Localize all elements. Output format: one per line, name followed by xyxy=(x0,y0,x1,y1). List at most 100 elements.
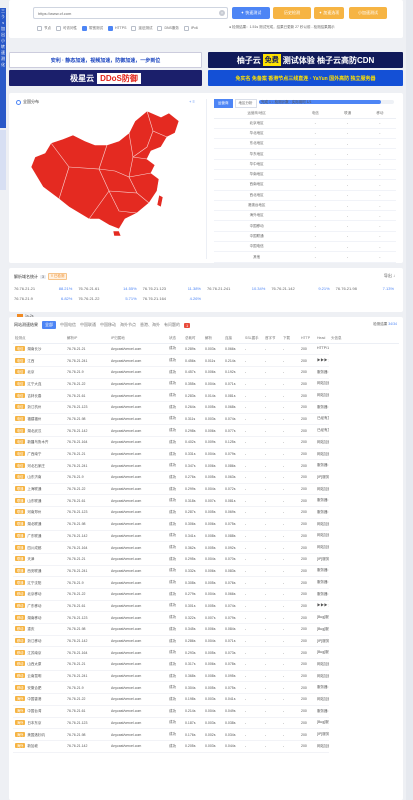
result-cell-hd[interactable]: 服务器: vercel 加速状态: 广 xyxy=(315,681,329,695)
result-cell-hd[interactable]: 服务器: vercel 加速状态: CDN(?) xyxy=(315,401,329,414)
result-row[interactable]: 电信 河北石家庄 76.76.21.241 Anycast/vercel.com 成功 0… xyxy=(13,459,399,473)
ad-banner-youziyun[interactable]: 柚子云 免费 测试体验 柚子云高防CDN xyxy=(208,52,403,68)
result-cell-hd[interactable]: 服务器: vercel 加速状态: 广 xyxy=(315,459,329,473)
filter-tab-1[interactable]: 中国电信 xyxy=(60,322,76,328)
option-5[interactable]: DNS服务 xyxy=(157,25,179,31)
filter-tab-6[interactable]: 有问题的 xyxy=(164,322,180,328)
result-row[interactable]: 联通 河南郑州 76.76.21.123 Anycast/vercel.com 成功 0.… xyxy=(13,506,399,519)
result-cell-hd[interactable]: 网站加速(查看) xyxy=(315,530,329,543)
result-row[interactable]: 电信 山东济南 76.76.21.9 Anycast/vercel.com 成功 0.27… xyxy=(13,471,399,484)
result-row[interactable]: 海外 新加坡 76.76.21.142 Anycast/vercel.com 成功 0.2… xyxy=(13,740,399,753)
option-3[interactable]: HTTPS xyxy=(108,25,126,31)
result-row[interactable]: 移动 湖南移动 76.76.21.123 Anycast/vercel.com 成功 0.… xyxy=(13,611,399,624)
result-cell-hd[interactable]: 已经有加速状态: 加速(1 ?) xyxy=(315,413,329,426)
result-cell-hd[interactable]: 网站加速(查看) xyxy=(315,670,329,683)
result-row[interactable]: 联通 上海联通 76.76.21.22 Anycast/vercel.com 成功 0.2… xyxy=(13,483,399,496)
result-cell-hd[interactable]: 网站加速(查看) xyxy=(315,658,329,671)
filter-tab-4[interactable]: 海外节点 xyxy=(120,322,136,328)
result-row[interactable]: 联通 湖北联通 76.76.21.98 Anycast/vercel.com 成功 0.3… xyxy=(13,518,399,531)
checkbox-icon[interactable] xyxy=(108,25,113,31)
result-row[interactable]: 海外 日本东京 76.76.21.123 Anycast/vercel.com 成功 0.… xyxy=(13,717,399,730)
sidebar-nav-tab[interactable]: 三 う ч 加 出 小 转 速 测 化 xyxy=(0,8,6,128)
result-row[interactable]: 联通 辽宁沈阳 76.76.21.9 Anycast/vercel.com 成功 0.30… xyxy=(13,576,399,589)
result-cell-hd[interactable]: 网站加速(查看) xyxy=(315,448,329,461)
ad-banner-acceleration[interactable]: 安利 · 静态加速，视频加速，防御加速，一步到位 xyxy=(9,52,202,68)
scrollbar-track[interactable] xyxy=(406,0,413,800)
result-cell-hd[interactable]: [IP]服务器信息(区)][源服务器 xyxy=(315,553,329,566)
option-2[interactable]: 带宽测试 xyxy=(82,25,103,31)
result-row[interactable]: 海外 中国香港 76.76.21.22 Anycast/vercel.com 成功 0.1… xyxy=(13,693,399,706)
tab-region[interactable]: 地区分析 xyxy=(234,99,257,108)
result-row[interactable]: 移动 浙江移动 76.76.21.142 Anycast/vercel.com 成功 0.… xyxy=(13,635,399,648)
result-cell-hd[interactable]: [IP]服务器信息(区)][源服务器 xyxy=(315,635,329,648)
result-row[interactable]: 电信 广西南宁 76.76.21.21 Anycast/vercel.com 成功 0.3… xyxy=(13,448,399,461)
checkbox-icon[interactable] xyxy=(82,25,87,31)
export-button[interactable]: 导出 ↓ xyxy=(384,273,395,279)
result-cell-hd[interactable]: 网站加速(查看) xyxy=(315,483,329,496)
result-cell-hd[interactable]: ▶▶▶ 最后访问地区信息(高) xyxy=(315,600,329,613)
quick-test-button[interactable]: ✦ 快速测试 xyxy=(232,7,270,19)
result-cell-hd[interactable]: 网站加速(查看) xyxy=(315,541,329,554)
accelerate-options-button[interactable]: ✦ 加速选项 xyxy=(314,7,344,19)
mini-test-button[interactable]: 小加速测试 xyxy=(349,7,387,19)
result-cell-hd[interactable]: [Bug]服务器信息 加速状态 xyxy=(315,646,329,660)
checkbox-icon[interactable] xyxy=(56,25,61,31)
tab-isp[interactable]: 运营商 xyxy=(214,99,233,108)
option-1[interactable]: 可访问性 xyxy=(56,25,77,31)
result-row[interactable]: 电信 北京 76.76.21.9 Anycast/vercel.com 成功 0.457s… xyxy=(13,366,399,379)
result-row[interactable]: 移动 安徽合肥 76.76.21.9 Anycast/vercel.com 成功 0.30… xyxy=(13,681,399,695)
option-4[interactable]: 延迟测试 xyxy=(131,25,152,31)
result-cell-hd[interactable]: 服务器: vercel 加速状态: CDN(?) xyxy=(315,565,329,578)
result-row[interactable]: 移动 云南昆明 76.76.21.241 Anycast/vercel.com 成功 0.… xyxy=(13,670,399,683)
filter-tab-5[interactable]: 香港、海外 xyxy=(140,322,160,328)
result-row[interactable]: 电信 辽宁大连 76.76.21.22 Anycast/vercel.com 成功 0.3… xyxy=(13,378,399,391)
result-cell-hd[interactable]: [Bug]服务器信息(区)][源服务器 xyxy=(315,623,329,636)
history-button[interactable]: 历史检测 xyxy=(273,7,311,19)
result-cell-hd[interactable]: [IP]服务器信息(区)][源服务器 xyxy=(315,728,329,741)
result-cell-hd[interactable]: 服务器: 无响应 xyxy=(315,366,329,379)
result-row[interactable]: 电信 浙江杭州 76.76.21.123 Anycast/vercel.com 成功 0.… xyxy=(13,401,399,414)
filter-tab-0[interactable]: 全部 xyxy=(42,321,56,329)
result-cell-hd[interactable]: [Bug]服务器信息(区)][源服务器 xyxy=(315,611,329,624)
sidebar-sub-tab[interactable] xyxy=(0,130,6,190)
result-cell-hd[interactable]: ▶▶▶ 最后访问地区信息(高) xyxy=(315,354,329,367)
result-row[interactable]: 移动 山西太原 76.76.21.21 Anycast/vercel.com 成功 0.3… xyxy=(13,658,399,671)
option-0[interactable]: 节点 xyxy=(37,25,51,31)
result-row[interactable]: 联通 广东联通 76.76.21.142 Anycast/vercel.com 成功 0.… xyxy=(13,530,399,543)
result-cell-hd[interactable]: 网站加速(查看) xyxy=(315,389,329,402)
result-cell-hd[interactable]: [Bug]服务器信息(区)][源服务器 xyxy=(315,717,329,730)
result-cell-hd[interactable]: 服务器: vercel 加速状态: ... xyxy=(315,506,329,519)
result-cell-hd[interactable]: 已经有加速状态: 加速(1 ?) xyxy=(315,424,329,437)
checkbox-icon[interactable] xyxy=(131,25,137,31)
result-row[interactable]: 移动 广东移动 76.76.21.61 Anycast/vercel.com 成功 0.3… xyxy=(13,600,399,613)
result-row[interactable]: 电信 江西 76.76.21.241 Anycast/vercel.com 成功 0.45… xyxy=(13,354,399,367)
result-cell-hd[interactable]: 网站加速(查看) xyxy=(315,740,329,753)
result-row[interactable]: 海外 中国台湾 76.76.21.61 Anycast/vercel.com 成功 0.2… xyxy=(13,705,399,718)
map-tools-icon[interactable]: + ≡ xyxy=(189,99,195,104)
result-cell-hd[interactable]: 网站加速(查看) xyxy=(315,436,329,449)
result-row[interactable]: 联通 四川成都 76.76.21.164 Anycast/vercel.com 成功 0.… xyxy=(13,541,399,554)
result-cell-hd[interactable]: 网站加速(查看) xyxy=(315,518,329,531)
url-input[interactable] xyxy=(33,7,228,19)
result-cell-hd[interactable]: 服务器: vercel 加速状态: CDN(?) xyxy=(315,588,329,601)
option-6[interactable]: IPv6 xyxy=(183,25,198,31)
checkbox-icon[interactable] xyxy=(37,25,42,31)
checkbox-icon[interactable] xyxy=(183,25,189,31)
result-cell-hd[interactable]: 网站加速(查看) xyxy=(315,693,329,706)
checkbox-icon[interactable] xyxy=(157,25,163,31)
result-row[interactable]: 移动 北京移动 76.76.21.22 Anycast/vercel.com 成功 0.2… xyxy=(13,588,399,601)
ad-banner-jixingyun[interactable]: 极星云 DDoS防御 xyxy=(9,70,202,86)
result-row[interactable]: 移动 重庆 76.76.21.98 Anycast/vercel.com 成功 0.345… xyxy=(13,623,399,636)
result-row[interactable]: 电信 吉林长春 76.76.21.61 Anycast/vercel.com 成功 0.2… xyxy=(13,389,399,402)
result-row[interactable]: 联通 天津 76.76.21.21 Anycast/vercel.com 成功 0.295… xyxy=(13,553,399,566)
result-cell-hd[interactable]: 服务器: vercel 加速状态: CDN(?) xyxy=(315,705,329,718)
filter-tab-2[interactable]: 中国联通 xyxy=(80,322,96,328)
result-row[interactable]: 电信 新疆乌鲁木齐 76.76.21.164 Anycast/vercel.com 成功… xyxy=(13,436,399,449)
clear-icon[interactable]: × xyxy=(219,10,225,16)
result-row[interactable]: 联通 西安联通 76.76.21.241 Anycast/vercel.com 成功 0.… xyxy=(13,565,399,578)
ad-banner-hongkong[interactable]: 免实名 免备案 香港节点三线直连 · YaYun 国外高防 独立服务器 xyxy=(208,70,403,86)
result-cell-hd[interactable]: 服务器: vercel 加速状态: CDN(?) xyxy=(315,576,329,589)
result-row[interactable]: 移动 江苏南京 76.76.21.164 Anycast/vercel.com 成功 0.… xyxy=(13,646,399,660)
filter-tab-3[interactable]: 中国移动 xyxy=(100,322,116,328)
result-row[interactable]: 电信 湖北武汉 76.76.21.142 Anycast/vercel.com 成功 0.… xyxy=(13,424,399,437)
